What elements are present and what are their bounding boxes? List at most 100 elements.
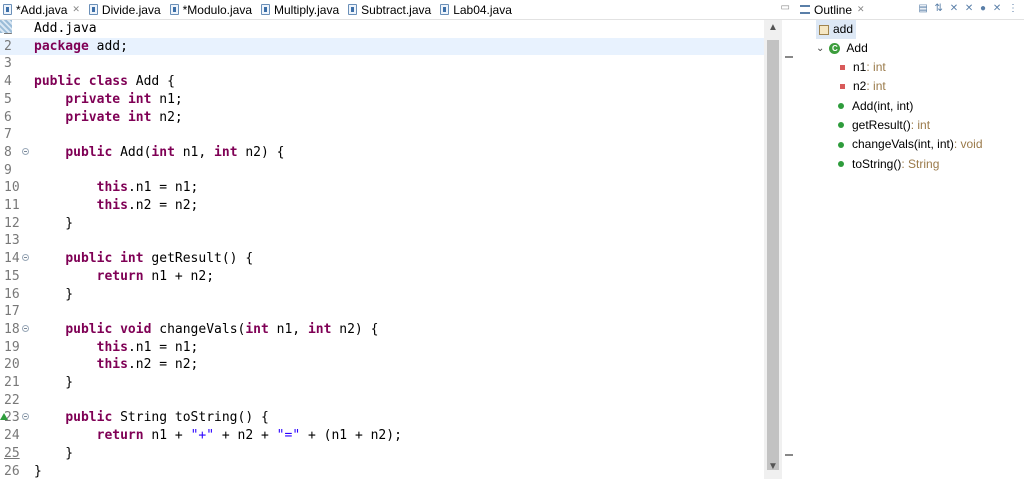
tab-divide-java[interactable]: Divide.java	[86, 0, 167, 19]
member-name: n1	[853, 60, 867, 74]
code-line[interactable]: 16 }	[0, 286, 764, 303]
code-text: public void changeVals(int n1, int n2) {	[65, 321, 379, 337]
code-line[interactable]: 6 private int n2;	[0, 109, 764, 126]
line-number: 5	[4, 91, 12, 107]
code-line[interactable]: 3	[0, 55, 764, 72]
tab-modulo-java[interactable]: *Modulo.java	[167, 0, 258, 19]
tab-add-java[interactable]: *Add.java ✕	[0, 0, 86, 19]
code-line[interactable]: 14 public int getResult() {	[0, 250, 764, 267]
outline-member[interactable]: Add(int, int)	[838, 97, 914, 116]
code-line[interactable]: 20 this.n2 = n2;	[0, 356, 764, 373]
member-type: : void	[953, 137, 983, 152]
fold-toggle-icon[interactable]	[22, 324, 29, 332]
line-number: 9	[4, 162, 12, 178]
scroll-down-icon[interactable]: ▼	[768, 461, 778, 472]
code-line[interactable]: 2 package add;	[0, 37, 764, 55]
vertical-scrollbar[interactable]: ▲ ▼	[764, 20, 782, 479]
java-file-icon	[3, 4, 12, 15]
fold-toggle-icon[interactable]	[22, 147, 29, 155]
code-line[interactable]: 8 public Add(int n1, int n2) {	[0, 144, 764, 161]
change-marker-icon	[0, 20, 12, 33]
code-line[interactable]: 5 private int n1;	[0, 91, 764, 108]
member-name: toString()	[852, 156, 902, 171]
class-name: Add	[846, 41, 868, 55]
outline-class[interactable]: ⌄ C Add	[816, 39, 868, 58]
close-icon[interactable]: ✕	[72, 4, 80, 15]
tab-label: Divide.java	[101, 2, 161, 17]
code-line[interactable]: 11 this.n2 = n2;	[0, 197, 764, 214]
member-name: changeVals(int, int)	[852, 137, 954, 152]
line-number: 17	[4, 304, 20, 320]
code-line[interactable]: 23 public String toString() {	[0, 409, 764, 426]
outline-member[interactable]: n2 : int	[840, 77, 886, 96]
tab-subtract-java[interactable]: Subtract.java	[345, 0, 437, 19]
code-editor[interactable]: *Add.java ✕ Divide.java *Modulo.java Mul…	[0, 0, 796, 479]
code-line[interactable]: 21 }	[0, 374, 764, 391]
method-icon	[838, 122, 844, 129]
outline-member[interactable]: n1 : int	[840, 58, 886, 77]
code-line[interactable]: 19 this.n1 = n1;	[0, 339, 764, 356]
outline-member[interactable]: getResult() : int	[838, 116, 930, 135]
java-file-icon	[348, 4, 358, 15]
code-text: this.n2 = n2;	[96, 357, 199, 373]
member-type: : int	[866, 60, 886, 74]
code-line[interactable]: 17	[0, 303, 764, 320]
code-text: return n1 + "+" + n2 + "=" + (n1 + n2);	[96, 428, 402, 444]
code-line[interactable]: 1Add.java	[0, 20, 764, 37]
line-number: 20	[4, 357, 20, 373]
code-text: private int n2;	[65, 109, 183, 125]
code-text: package add;	[34, 38, 128, 54]
code-line[interactable]: 7	[0, 126, 764, 143]
code-line[interactable]: 18 public void changeVals(int n1, int n2…	[0, 321, 764, 338]
code-area[interactable]: 1Add.java2 package add; 3 4 public class Add…	[0, 20, 764, 479]
chevron-down-icon[interactable]: ⌄	[816, 39, 824, 58]
code-text: public String toString() {	[65, 410, 269, 426]
outline-toolbar-icons[interactable]: ▤ ⇅ ✕ ✕ ● ✕ ⋮	[918, 3, 1020, 14]
line-number: 7	[4, 127, 12, 143]
line-number: 10	[4, 180, 20, 196]
code-text: }	[34, 215, 74, 231]
close-icon[interactable]: ✕	[857, 4, 865, 15]
scroll-up-icon[interactable]: ▲	[768, 22, 778, 33]
line-number: 15	[4, 268, 20, 284]
code-line[interactable]: 22	[0, 392, 764, 409]
code-text: }	[34, 375, 74, 390]
member-name: getResult()	[852, 117, 911, 132]
tab-multiply-java[interactable]: Multiply.java	[258, 0, 345, 19]
code-text: Add.java	[34, 21, 97, 36]
line-number: 24	[4, 428, 20, 444]
code-line[interactable]: 13	[0, 232, 764, 249]
code-line[interactable]: 4 public class Add {	[0, 73, 764, 90]
ruler-marker[interactable]	[785, 56, 793, 58]
code-line[interactable]: 24 return n1 + "+" + n2 + "=" + (n1 + n2…	[0, 427, 764, 444]
code-line[interactable]: 10 this.n1 = n1;	[0, 179, 764, 196]
minimize-icon[interactable]: ▭	[781, 2, 790, 13]
code-line[interactable]: 12 }	[0, 215, 764, 232]
java-file-icon	[169, 4, 179, 15]
tab-label: Subtract.java	[361, 2, 432, 17]
outline-member[interactable]: toString() : String	[838, 155, 939, 174]
outline-view: Outline ✕ ▤ ⇅ ✕ ✕ ● ✕ ⋮ add ⌄ C Add n1 :…	[796, 0, 1024, 479]
code-line[interactable]: 9	[0, 162, 764, 179]
ruler-marker[interactable]	[785, 454, 793, 456]
code-line[interactable]: 26}	[0, 463, 764, 480]
code-text: public Add(int n1, int n2) {	[65, 144, 285, 160]
line-number: 11	[4, 198, 20, 213]
outline-member[interactable]: changeVals(int, int) : void	[838, 135, 983, 154]
line-number: 12	[4, 215, 20, 231]
package-name: add	[833, 22, 854, 36]
tab-lab04-java[interactable]: Lab04.java	[437, 0, 518, 19]
line-number: 4	[4, 74, 12, 90]
code-text: }	[34, 445, 74, 461]
tab-label: *Modulo.java	[182, 2, 252, 17]
scrollbar-thumb[interactable]	[767, 40, 779, 470]
overview-ruler[interactable]	[782, 20, 796, 479]
outline-package[interactable]: add	[816, 20, 857, 39]
line-number: 2	[4, 38, 12, 54]
member-name: Add(int, int)	[852, 98, 914, 113]
java-file-icon	[440, 4, 450, 15]
tab-label: *Add.java	[16, 2, 68, 17]
code-line[interactable]: 25 }	[0, 445, 764, 462]
code-line[interactable]: 15 return n1 + n2;	[0, 268, 764, 285]
method-icon	[838, 141, 844, 148]
